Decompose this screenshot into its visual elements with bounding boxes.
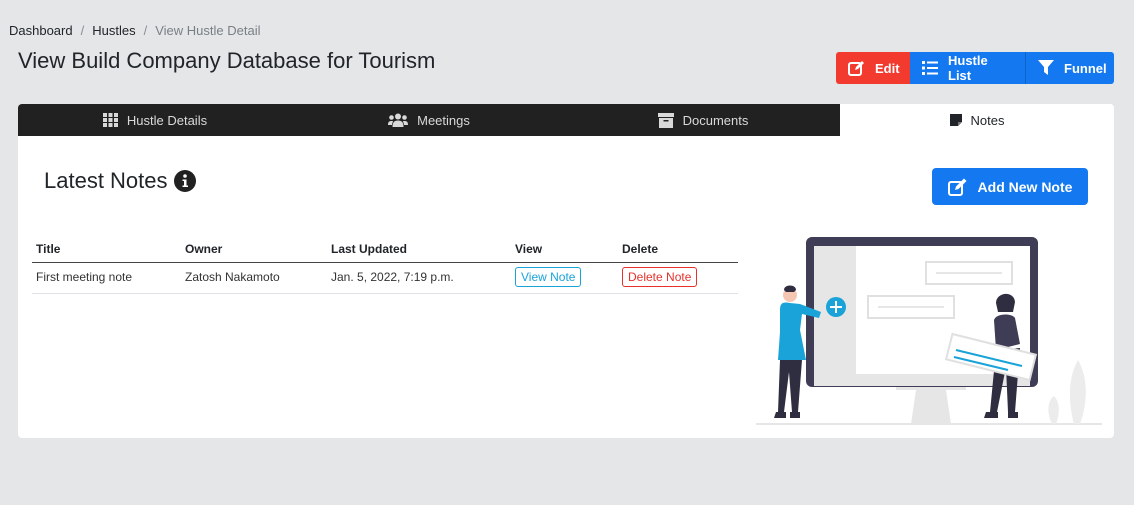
column-header-last-updated: Last Updated	[327, 238, 511, 263]
edit-icon	[947, 178, 968, 196]
table-header-row: Title Owner Last Updated View Delete	[32, 238, 738, 263]
notes-table: Title Owner Last Updated View Delete Fir…	[32, 238, 738, 294]
tab-label: Hustle Details	[126, 112, 208, 128]
tab-hustle-details[interactable]: Hustle Details	[18, 104, 292, 136]
funnel-button[interactable]: Funnel	[1025, 52, 1114, 84]
breadcrumb-dashboard[interactable]: Dashboard	[9, 23, 73, 38]
breadcrumb-separator: /	[143, 23, 148, 38]
tab-meetings[interactable]: Meetings	[292, 104, 566, 136]
filter-icon	[1038, 60, 1054, 76]
breadcrumb-hustles[interactable]: Hustles	[92, 23, 135, 38]
tab-documents[interactable]: Documents	[566, 104, 840, 136]
notes-illustration	[756, 237, 1102, 425]
tab-label: Documents	[682, 112, 749, 128]
breadcrumb-separator: /	[80, 23, 85, 38]
funnel-label: Funnel	[1064, 60, 1107, 76]
column-header-view: View	[511, 238, 618, 263]
breadcrumb-current: View Hustle Detail	[155, 23, 261, 38]
grid-icon	[102, 113, 118, 127]
column-header-title: Title	[32, 238, 181, 263]
hustle-list-button[interactable]: Hustle List	[910, 52, 1025, 84]
tab-notes[interactable]: Notes	[840, 104, 1114, 136]
column-header-owner: Owner	[181, 238, 327, 263]
users-icon	[388, 113, 409, 127]
archive-icon	[657, 112, 674, 128]
tab-label: Meetings	[417, 112, 470, 128]
view-note-button[interactable]: View Note	[515, 267, 582, 287]
add-new-note-button[interactable]: Add New Note	[932, 168, 1088, 205]
section-title: Latest Notes	[44, 168, 196, 194]
edit-label: Edit	[875, 60, 900, 76]
note-view-cell: View Note	[511, 262, 618, 294]
info-icon[interactable]	[173, 170, 196, 192]
latest-notes-heading: Latest Notes	[44, 168, 168, 193]
add-new-note-label: Add New Note	[977, 178, 1073, 195]
note-delete-cell: Delete Note	[618, 262, 738, 294]
breadcrumb: Dashboard / Hustles / View Hustle Detail	[9, 23, 260, 38]
note-updated-cell: Jan. 5, 2022, 7:19 p.m.	[327, 262, 511, 294]
delete-note-button[interactable]: Delete Note	[622, 267, 698, 287]
hustle-card: Hustle Details Meetings Documents Notes …	[18, 104, 1114, 438]
note-owner-cell: Zatosh Nakamoto	[181, 262, 327, 294]
sticky-note-icon	[949, 114, 962, 126]
column-header-delete: Delete	[618, 238, 738, 263]
hustle-list-label: Hustle List	[948, 53, 988, 83]
table-row: First meeting note Zatosh Nakamoto Jan. …	[32, 262, 738, 294]
action-button-group: Edit Hustle List Funnel	[836, 52, 1114, 84]
page-title: View Build Company Database for Tourism	[18, 48, 436, 73]
list-icon	[922, 61, 938, 75]
edit-icon	[848, 60, 865, 76]
note-title-cell: First meeting note	[32, 262, 181, 294]
tab-label: Notes	[970, 112, 1005, 128]
tab-bar: Hustle Details Meetings Documents Notes	[18, 104, 1114, 136]
edit-button[interactable]: Edit	[836, 52, 910, 84]
